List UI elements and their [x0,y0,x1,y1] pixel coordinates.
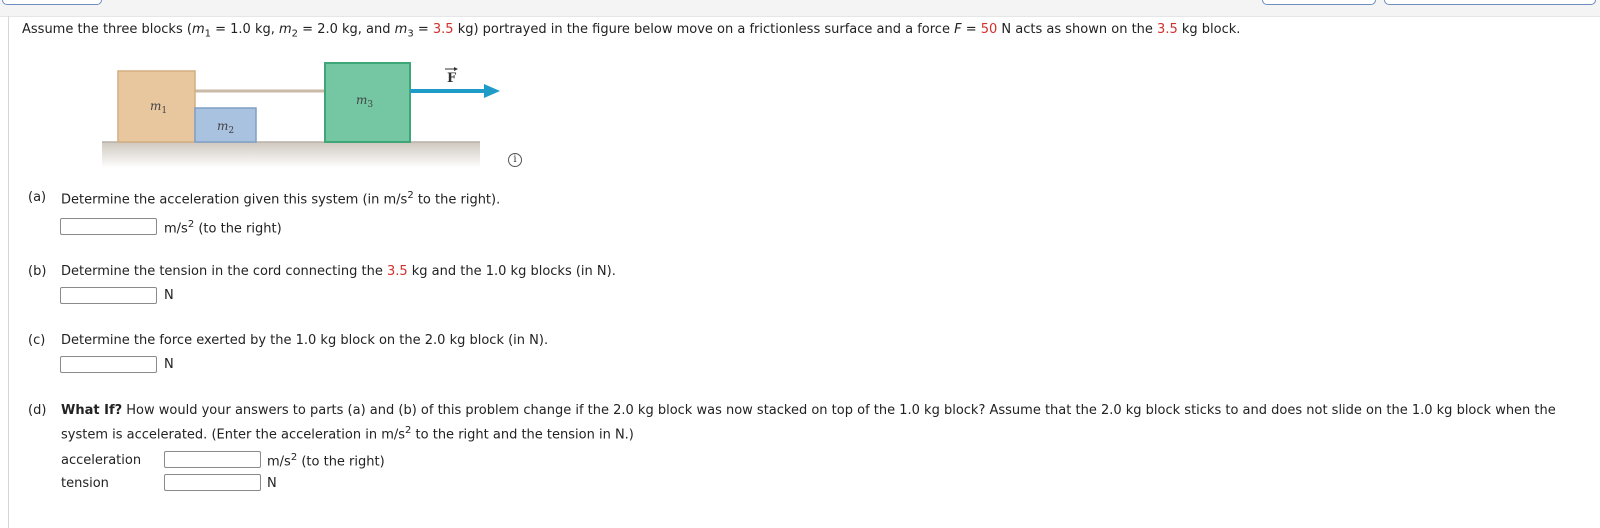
what-if-label: What If? [61,403,123,418]
force-symbol: F [954,22,962,37]
part-d-letter: (d) [28,403,47,418]
part-b-question: Determine the tension in the cord connec… [61,264,616,279]
part-c-letter: (c) [28,333,46,348]
force-equals: = [961,22,981,37]
part-c-question: Determine the force exerted by the 1.0 k… [61,333,549,348]
intro-text-4: kg block. [1177,22,1241,37]
top-strip [0,0,1600,17]
force-value: 50 [980,22,998,37]
tension-label: tension [61,476,109,491]
force-arrow-head [484,84,500,98]
part-d-acceleration-unit: m/s2 (to the right) [267,452,385,470]
m2-value: = 2.0 kg, and [298,22,395,37]
part-c-answer-input[interactable] [60,356,157,373]
problem-statement: Assume the three blocks (m1 = 1.0 kg, m2… [22,22,1240,40]
top-tab-middle[interactable] [1262,0,1376,5]
part-d-tension-input[interactable] [164,474,261,491]
part-b-answer-input[interactable] [60,287,157,304]
m3-value: 3.5 [432,22,454,37]
m1-symbol: m [191,22,205,37]
part-d-tension-unit: N [267,476,277,491]
floor-surface [102,142,480,168]
part-a-letter: (a) [28,190,47,205]
part-b-unit: N [164,288,174,303]
part-d-question-line2: system is accelerated. (Enter the accele… [61,425,634,443]
m3-symbol: m [394,22,408,37]
part-d-question-line1: What If? How would your answers to parts… [61,403,1556,418]
acceleration-label: acceleration [61,453,142,468]
info-icon[interactable]: i [508,153,522,167]
intro-text-2: kg) portrayed in the figure below move o… [453,22,955,37]
intro-text-3: N acts as shown on the [997,22,1158,37]
part-d-acceleration-input[interactable] [164,451,261,468]
force-label: F [447,71,457,86]
top-tab-left[interactable] [2,0,102,5]
m3-value-repeat: 3.5 [1157,22,1178,37]
top-tab-right[interactable] [1384,0,1596,5]
part-a-unit: m/s2 (to the right) [164,219,282,237]
intro-text-1: Assume the three blocks ( [22,22,192,37]
part-b-letter: (b) [28,264,47,279]
part-a-answer-input[interactable] [60,218,157,235]
part-a-question: Determine the acceleration given this sy… [61,190,501,208]
m1-value: = 1.0 kg, [210,22,279,37]
m3-equals: = [413,22,433,37]
blocks-figure: m1 m2 m3 F [102,62,500,168]
part-c-unit: N [164,357,174,372]
m2-symbol: m [279,22,292,37]
